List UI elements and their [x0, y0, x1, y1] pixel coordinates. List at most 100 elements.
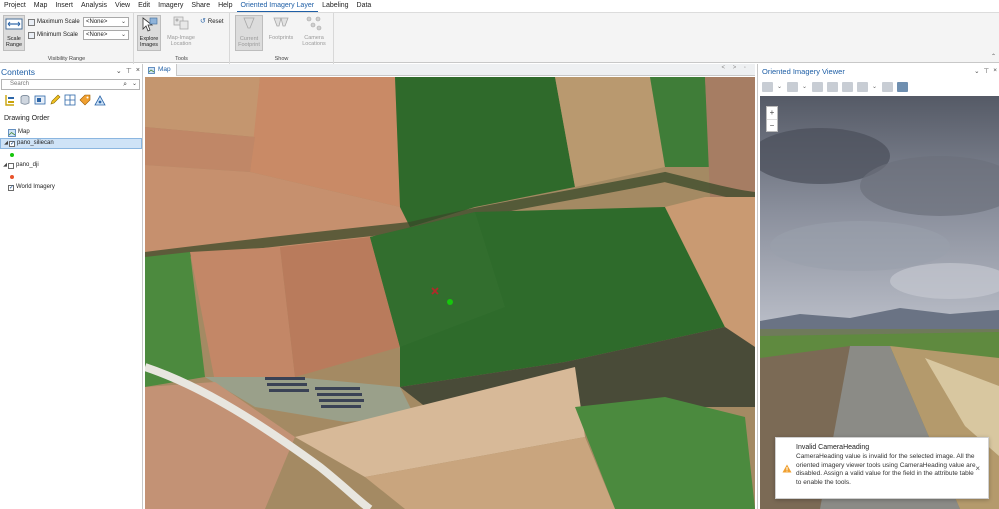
layer-visibility-checkbox[interactable]: ✓	[8, 184, 14, 191]
visibility-range-group: Scale Range Maximum Scale <None> ⌄ Minim…	[0, 13, 134, 64]
image-gallery-icon[interactable]	[762, 81, 773, 92]
explore-images-icon	[142, 17, 158, 32]
map-view[interactable]	[145, 77, 755, 509]
layer-row[interactable]: Map	[0, 127, 142, 138]
minimum-scale-icon	[28, 31, 35, 39]
menu-item-oriented-imagery-layer[interactable]: Oriented Imagery Layer	[236, 0, 319, 12]
layer-row[interactable]: ◢ pano_dji	[0, 160, 142, 171]
maximum-scale-combo[interactable]: <None> ⌄	[83, 17, 129, 27]
contents-title: Contents	[1, 67, 36, 77]
footprints-button[interactable]: Footprints	[267, 15, 295, 51]
layer-symbol-row	[0, 171, 142, 182]
ribbon: Scale Range Maximum Scale <None> ⌄ Minim…	[0, 12, 999, 64]
close-icon[interactable]: ×	[136, 67, 140, 75]
minimum-scale-combo[interactable]: <None> ⌄	[83, 30, 129, 40]
sync-view-icon[interactable]	[882, 81, 893, 92]
pin-icon[interactable]: ⊤	[984, 67, 990, 75]
layer-name: Map	[18, 129, 30, 135]
layer-visibility-checkbox[interactable]: ✓	[9, 140, 15, 147]
map-image-location-icon	[173, 16, 189, 30]
pane-menu-icon[interactable]: ⌄	[974, 67, 979, 75]
footprints-label: Footprints	[268, 35, 294, 41]
explore-images-label: Explore Images	[139, 36, 159, 48]
maximum-scale-icon	[28, 18, 35, 26]
menu-item-view[interactable]: View	[111, 0, 134, 12]
current-footprint-label: Current Footprint	[238, 36, 260, 48]
navigation-tool-icon[interactable]	[812, 81, 823, 92]
close-icon[interactable]: ×	[975, 464, 980, 473]
contents-pane: Contents ⌄ ⊤ × Search ⌕ ⌄ Drawing Order …	[0, 64, 143, 509]
map-tab-label: Map	[158, 66, 171, 73]
chevron-down-icon[interactable]: ⌄	[777, 82, 783, 92]
list-by-perspective-icon[interactable]	[94, 94, 106, 106]
scale-range-label: Scale Range	[5, 36, 23, 48]
list-by-drawing-order-icon[interactable]	[4, 94, 16, 106]
layer-row[interactable]: ◢ ✓ pano_siliecan	[0, 138, 142, 149]
notification-title: Invalid CameraHeading	[796, 444, 870, 451]
reset-icon: ↺	[200, 18, 206, 25]
chevron-down-icon[interactable]: ⌄	[872, 82, 878, 92]
measure-tool-icon[interactable]	[827, 81, 838, 92]
list-by-editing-icon[interactable]	[49, 94, 61, 106]
chevron-down-icon[interactable]: ⌄	[802, 82, 808, 92]
layer-visibility-checkbox[interactable]	[8, 162, 14, 169]
menu-item-labeling[interactable]: Labeling	[318, 0, 352, 12]
image-enhancement-icon[interactable]	[787, 81, 798, 92]
chevron-down-icon[interactable]: ⌄	[132, 80, 137, 89]
pin-icon[interactable]: ⊤	[126, 67, 132, 75]
menu-item-edit[interactable]: Edit	[134, 0, 154, 12]
explore-images-button[interactable]: Explore Images	[137, 15, 161, 51]
list-by-source-icon[interactable]	[19, 94, 31, 106]
menu-item-analysis[interactable]: Analysis	[77, 0, 111, 12]
zoom-in-button[interactable]: +	[767, 107, 777, 119]
contents-pane-controls: ⌄ ⊤ ×	[116, 67, 140, 75]
show-group-label: Show	[274, 56, 289, 62]
pane-menu-icon[interactable]: ⌄	[116, 67, 122, 75]
camera-locations-label: Camera Locations	[302, 35, 326, 47]
list-by-labeling-icon[interactable]	[79, 94, 91, 106]
settings-icon[interactable]	[857, 81, 868, 92]
contents-search-input[interactable]: Search ⌕ ⌄	[1, 79, 140, 90]
search-placeholder: Search	[10, 81, 30, 87]
satellite-imagery[interactable]	[145, 77, 755, 509]
reset-button[interactable]: ↺ Reset	[200, 17, 224, 27]
image-to-ground-icon[interactable]	[842, 81, 853, 92]
map-image-location-button[interactable]: Map-Image Location	[165, 15, 197, 51]
menu-item-help[interactable]: Help	[214, 0, 236, 12]
current-footprint-button[interactable]: Current Footprint	[235, 15, 263, 51]
map-tab-icon	[148, 66, 155, 74]
menu-item-data[interactable]: Data	[353, 0, 376, 12]
menu-item-imagery[interactable]: Imagery	[154, 0, 187, 12]
maximum-scale-label: Maximum Scale	[37, 19, 80, 25]
scale-range-icon	[5, 18, 23, 30]
search-icon[interactable]: ⌕	[123, 80, 127, 89]
viewer-toolbar: ⌄ ⌄ ⌄	[762, 80, 908, 93]
menu-item-share[interactable]: Share	[187, 0, 214, 12]
camera-location-point[interactable]	[447, 299, 453, 305]
camera-locations-button[interactable]: Camera Locations	[299, 15, 329, 51]
menu-item-map[interactable]: Map	[30, 0, 52, 12]
layer-symbol-row	[0, 149, 142, 160]
point-symbol-icon	[10, 152, 14, 157]
list-by-snapping-icon[interactable]	[64, 94, 76, 106]
zoom-out-button[interactable]: −	[767, 119, 777, 131]
ribbon-collapse-icon[interactable]: ⌃	[991, 53, 996, 60]
field-parcel	[705, 77, 755, 197]
map-tab-bar: Map < > ◦	[145, 64, 755, 76]
tools-group-label: Tools	[175, 56, 188, 62]
tab-map[interactable]: Map	[145, 64, 177, 76]
viewer-pane-controls: ⌄ ⊤ ×	[974, 67, 997, 75]
close-icon[interactable]: ×	[993, 67, 997, 75]
menu-item-insert[interactable]: Insert	[51, 0, 77, 12]
contents-toolbar	[4, 94, 106, 106]
scale-range-button[interactable]: Scale Range	[3, 15, 25, 51]
minimum-scale-value: <None>	[86, 32, 108, 38]
menu-item-project[interactable]: Project	[0, 0, 30, 12]
footprints-icon	[273, 17, 289, 27]
viewer-title: Oriented Imagery Viewer	[762, 67, 845, 76]
list-by-selection-icon[interactable]	[34, 94, 46, 106]
tab-navigation[interactable]: < > ◦	[722, 65, 749, 71]
cloud	[770, 221, 950, 271]
layer-row[interactable]: ✓ World Imagery	[0, 182, 142, 193]
comment-icon[interactable]	[897, 81, 908, 92]
